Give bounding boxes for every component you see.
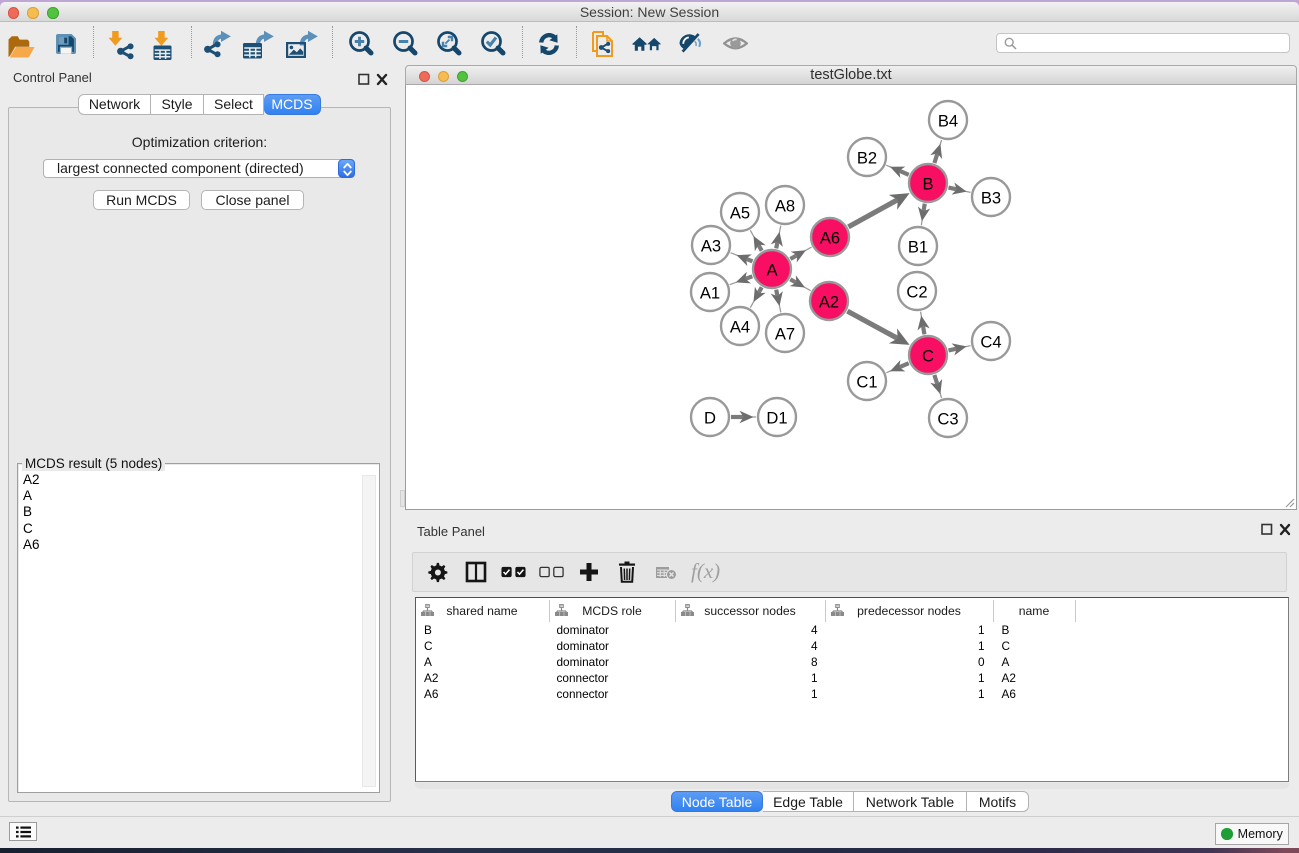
svg-text:A8: A8: [775, 197, 795, 216]
svg-text:A4: A4: [730, 318, 750, 337]
svg-text:A7: A7: [775, 325, 795, 344]
svg-text:C: C: [922, 347, 934, 366]
svg-text:C3: C3: [937, 410, 958, 429]
svg-text:D1: D1: [766, 409, 787, 428]
svg-text:B3: B3: [981, 189, 1001, 208]
svg-text:B1: B1: [908, 238, 928, 257]
svg-text:D: D: [704, 409, 716, 428]
svg-text:C4: C4: [980, 333, 1001, 352]
svg-text:B2: B2: [857, 149, 877, 168]
svg-text:A1: A1: [700, 284, 720, 303]
svg-text:B4: B4: [938, 112, 958, 131]
svg-text:A6: A6: [820, 229, 840, 248]
svg-text:A3: A3: [701, 237, 721, 256]
svg-text:A5: A5: [730, 204, 750, 223]
svg-text:C2: C2: [906, 283, 927, 302]
svg-text:A: A: [766, 261, 778, 280]
svg-text:C1: C1: [856, 373, 877, 392]
svg-text:B: B: [922, 175, 933, 194]
svg-text:A2: A2: [819, 293, 839, 312]
